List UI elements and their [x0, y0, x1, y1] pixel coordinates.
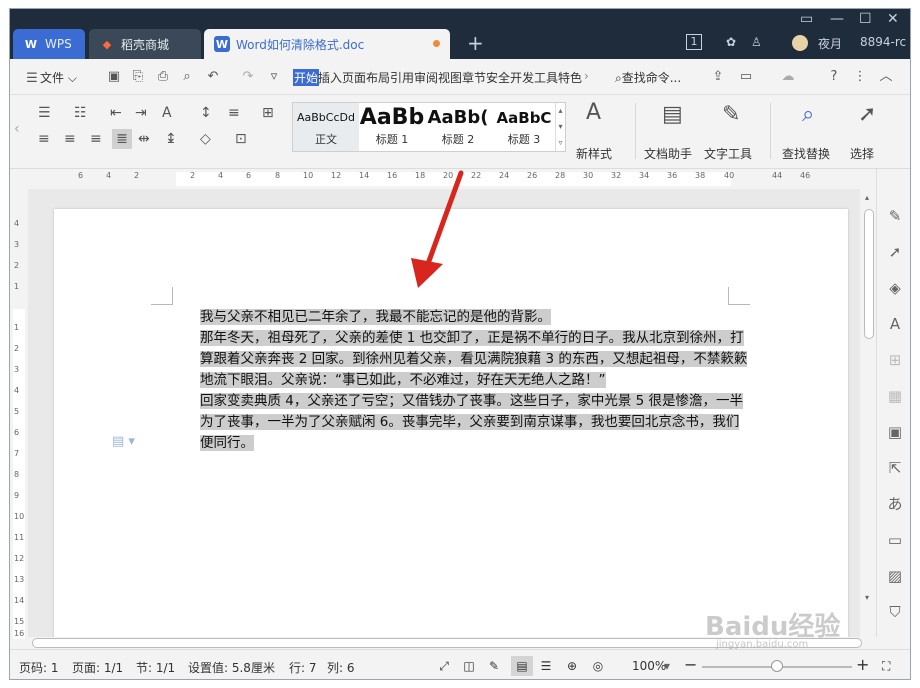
arrow-head	[411, 258, 443, 288]
annotation-arrow	[411, 170, 464, 288]
arrow-shaft	[422, 170, 464, 275]
